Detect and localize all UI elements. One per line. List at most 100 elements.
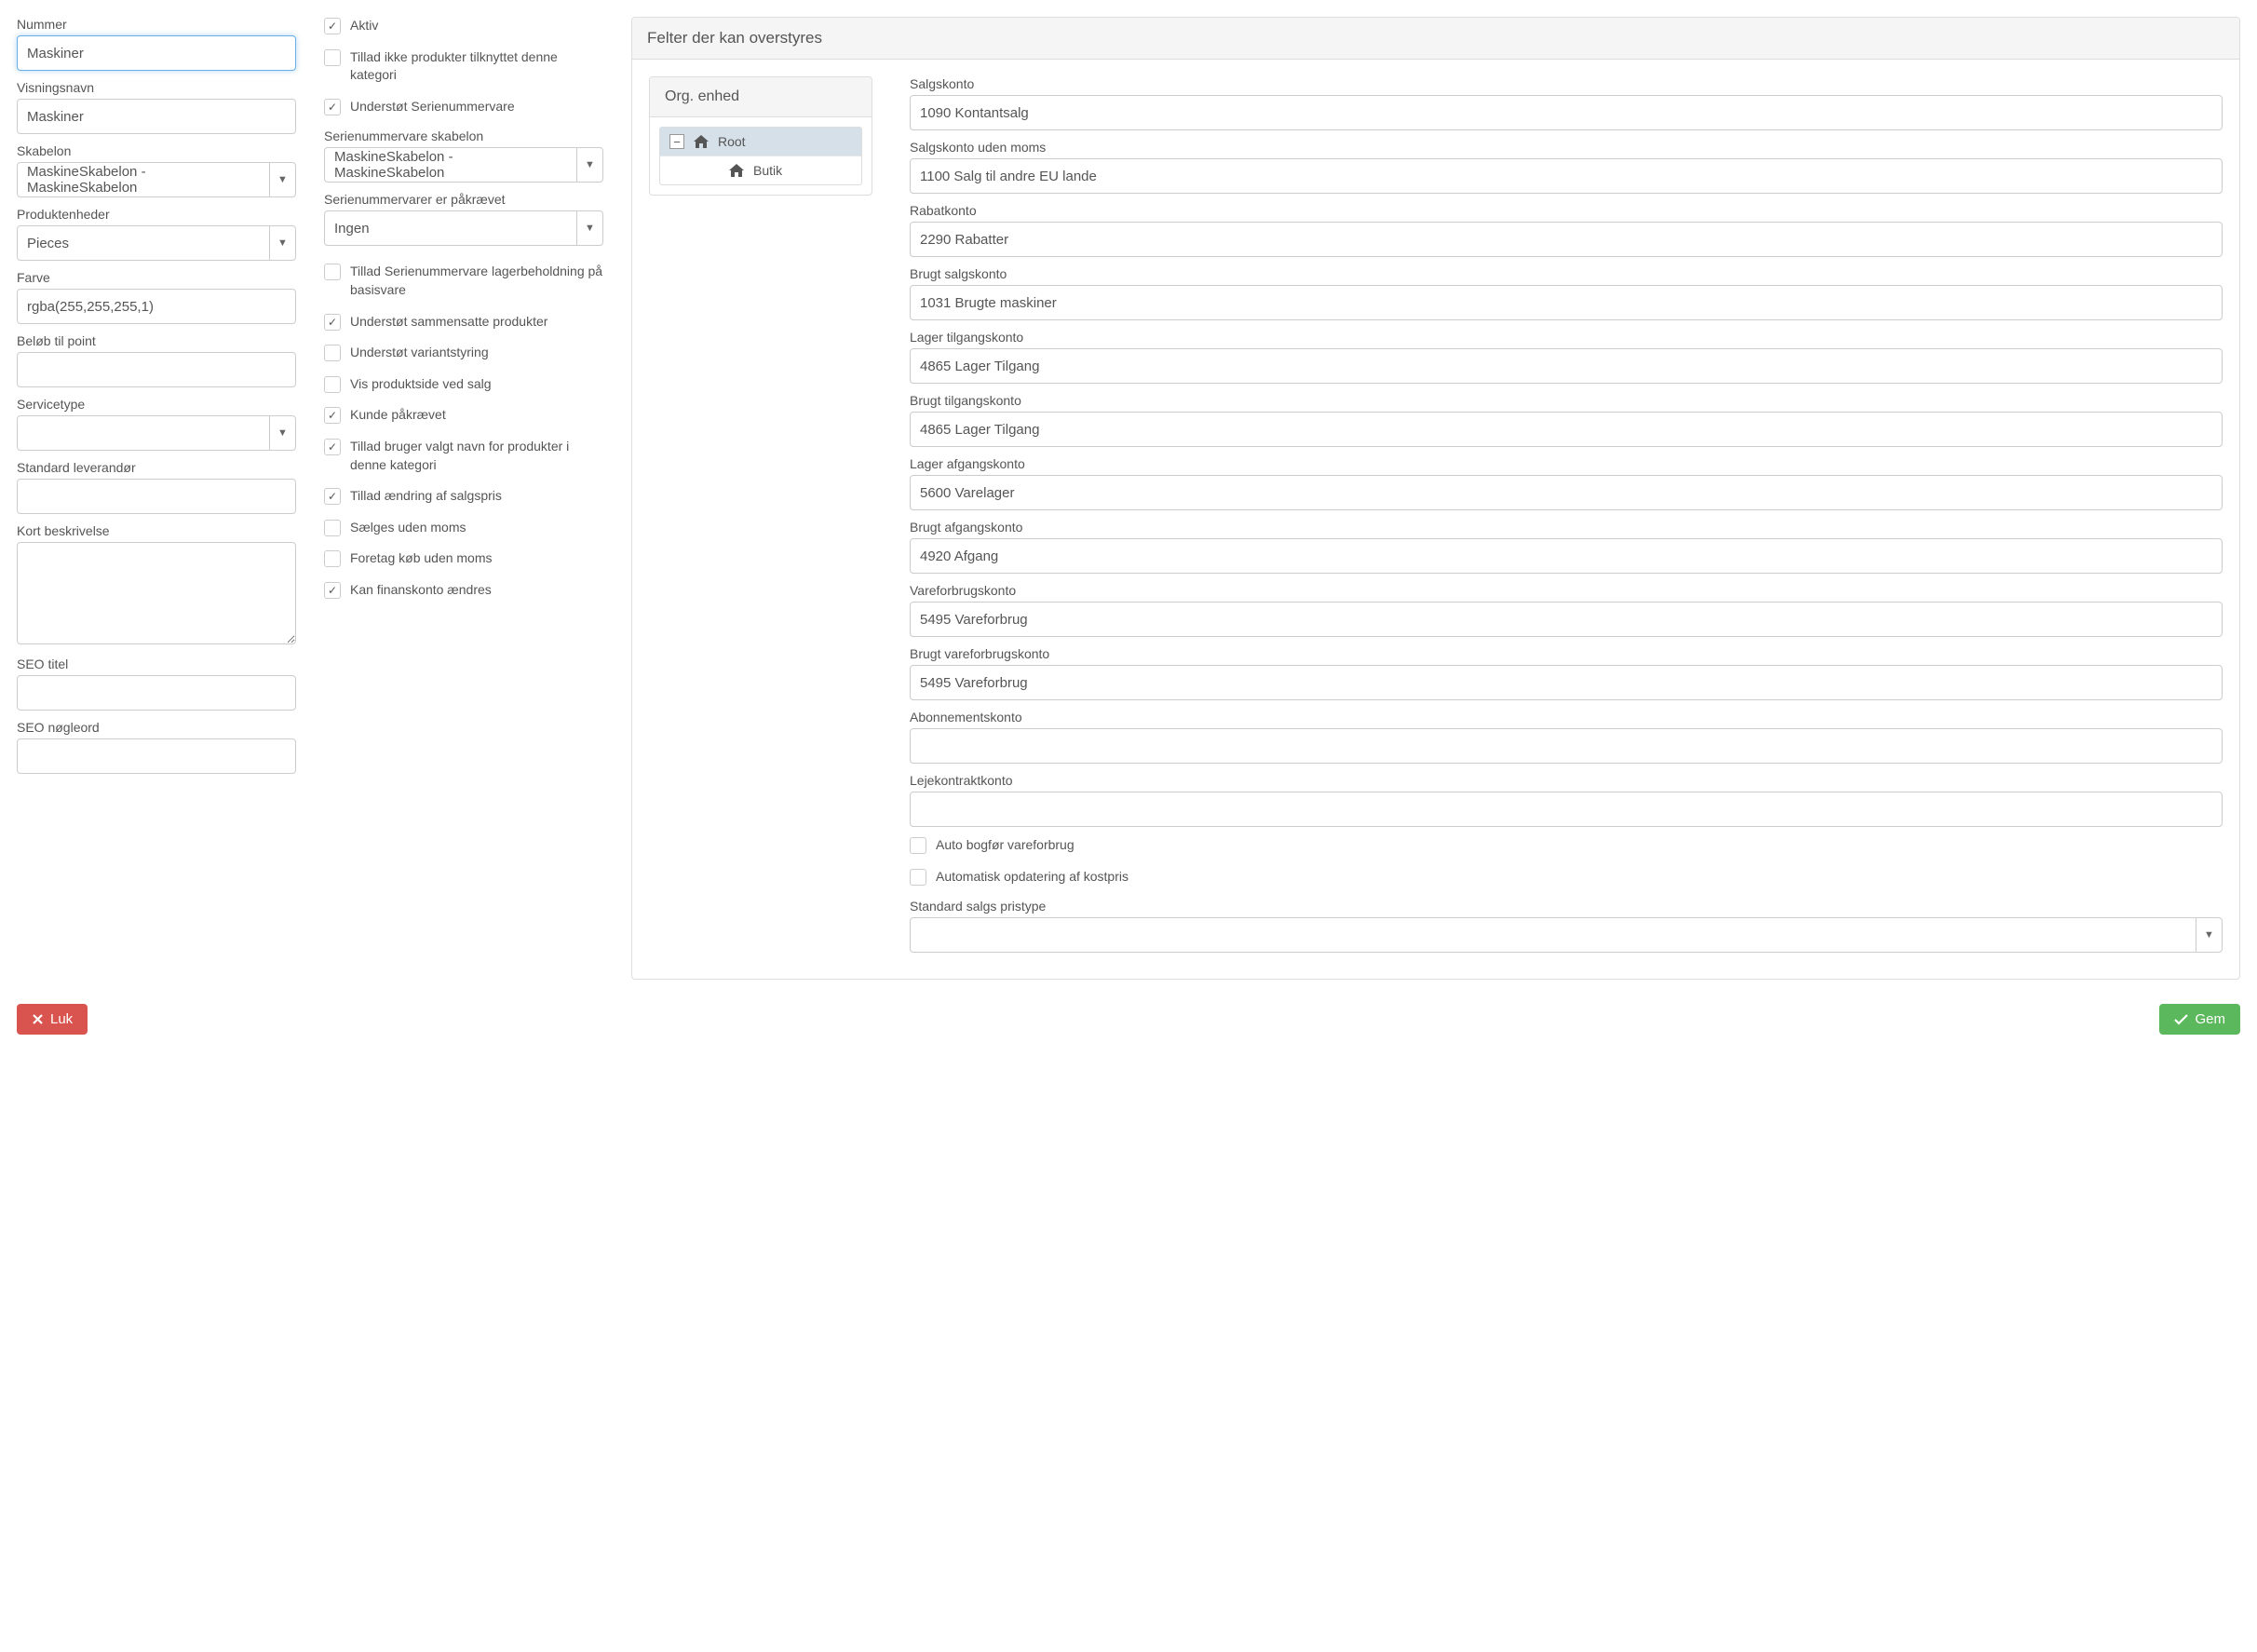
nummer-input[interactable] (17, 35, 296, 71)
servicetype-select[interactable]: ▼ (17, 415, 296, 451)
lager-afgang-label: Lager afgangskonto (910, 456, 2223, 471)
brugt-salg-input[interactable] (910, 285, 2223, 320)
serievare-skabelon-value: MaskineSkabelon - MaskineSkabelon (325, 148, 576, 182)
understot-variant-checkbox[interactable] (324, 345, 341, 361)
skabelon-select[interactable]: MaskineSkabelon - MaskineSkabelon ▼ (17, 162, 296, 197)
produktenheder-label: Produktenheder (17, 207, 296, 222)
auto-bogfor-label: Auto bogfør vareforbrug (936, 836, 1074, 855)
tillad-bruger-navn-label: Tillad bruger valgt navn for produkter i… (350, 438, 603, 474)
salgskonto-label: Salgskonto (910, 76, 2223, 91)
kunde-pakraevet-checkbox[interactable]: ✓ (324, 407, 341, 424)
kort-label: Kort beskrivelse (17, 523, 296, 538)
brugt-tilgang-label: Brugt tilgangskonto (910, 393, 2223, 408)
auto-bogfor-checkbox[interactable] (910, 837, 926, 854)
farve-input[interactable] (17, 289, 296, 324)
serievarer-pakraevet-value: Ingen (325, 211, 576, 245)
servicetype-label: Servicetype (17, 397, 296, 412)
chevron-down-icon[interactable]: ▼ (269, 163, 295, 196)
chevron-down-icon[interactable]: ▼ (269, 416, 295, 450)
salgskonto-input[interactable] (910, 95, 2223, 130)
chevron-down-icon[interactable]: ▼ (269, 226, 295, 260)
brugt-vareforbrug-input[interactable] (910, 665, 2223, 700)
home-icon (729, 164, 744, 177)
aktiv-checkbox[interactable]: ✓ (324, 18, 341, 34)
tillad-serie-lager-label: Tillad Serienummervare lagerbeholdning p… (350, 263, 603, 299)
chevron-down-icon[interactable]: ▼ (576, 148, 602, 182)
chevron-down-icon[interactable]: ▼ (2196, 918, 2222, 952)
close-icon (32, 1013, 44, 1025)
seotitel-input[interactable] (17, 675, 296, 711)
vis-produktside-checkbox[interactable] (324, 376, 341, 393)
produktenheder-select[interactable]: Pieces ▼ (17, 225, 296, 261)
saelges-uden-moms-checkbox[interactable] (324, 520, 341, 536)
foretag-kob-uden-moms-label: Foretag køb uden moms (350, 549, 493, 568)
tree-butik-label: Butik (753, 163, 782, 178)
gem-button[interactable]: Gem (2159, 1004, 2240, 1035)
serievare-skabelon-label: Serienummervare skabelon (324, 129, 603, 143)
seotitel-label: SEO titel (17, 657, 296, 671)
tree-root[interactable]: − Root (660, 128, 861, 156)
vareforbrug-input[interactable] (910, 602, 2223, 637)
lejekontrakt-label: Lejekontraktkonto (910, 773, 2223, 788)
vareforbrug-label: Vareforbrugskonto (910, 583, 2223, 598)
leverandor-input[interactable] (17, 479, 296, 514)
vis-produktside-label: Vis produktside ved salg (350, 375, 492, 394)
serievare-skabelon-select[interactable]: MaskineSkabelon - MaskineSkabelon ▼ (324, 147, 603, 183)
farve-label: Farve (17, 270, 296, 285)
foretag-kob-uden-moms-checkbox[interactable] (324, 550, 341, 567)
kan-finanskonto-checkbox[interactable]: ✓ (324, 582, 341, 599)
kan-finanskonto-label: Kan finanskonto ændres (350, 581, 492, 600)
tillad-bruger-navn-checkbox[interactable]: ✓ (324, 439, 341, 455)
home-icon (694, 135, 709, 148)
servicetype-value (18, 416, 269, 450)
tree-root-label: Root (718, 134, 746, 149)
brugt-tilgang-input[interactable] (910, 412, 2223, 447)
lejekontrakt-input[interactable] (910, 792, 2223, 827)
serievarer-pakraevet-select[interactable]: Ingen ▼ (324, 210, 603, 246)
org-tree: − Root (659, 127, 862, 185)
skabelon-value: MaskineSkabelon - MaskineSkabelon (18, 163, 269, 196)
tillad-aendring-pris-checkbox[interactable]: ✓ (324, 488, 341, 505)
std-salgspris-select[interactable]: ▼ (910, 917, 2223, 953)
brugt-afgang-input[interactable] (910, 538, 2223, 574)
tree-butik[interactable]: Butik (660, 156, 861, 184)
tillad-aendring-pris-label: Tillad ændring af salgspris (350, 487, 502, 506)
belob-input[interactable] (17, 352, 296, 387)
auto-kostpris-label: Automatisk opdatering af kostpris (936, 868, 1128, 887)
std-salgspris-value (911, 918, 2196, 952)
understot-sammensatte-checkbox[interactable]: ✓ (324, 314, 341, 331)
check-icon (2174, 1014, 2188, 1025)
collapse-icon[interactable]: − (669, 134, 684, 149)
seonogle-input[interactable] (17, 738, 296, 774)
salgskonto-uden-label: Salgskonto uden moms (910, 140, 2223, 155)
luk-button[interactable]: Luk (17, 1004, 88, 1035)
aktiv-label: Aktiv (350, 17, 378, 35)
salgskonto-uden-input[interactable] (910, 158, 2223, 194)
lager-tilgang-input[interactable] (910, 348, 2223, 384)
visningsnavn-input[interactable] (17, 99, 296, 134)
understot-sammensatte-label: Understøt sammensatte produkter (350, 313, 547, 332)
understot-serie-label: Understøt Serienummervare (350, 98, 515, 116)
kort-textarea[interactable] (17, 542, 296, 644)
overstyres-panel: Felter der kan overstyres Org. enhed − (631, 17, 2240, 980)
luk-label: Luk (50, 1011, 73, 1027)
auto-kostpris-checkbox[interactable] (910, 869, 926, 886)
tillad-ikke-checkbox[interactable] (324, 49, 341, 66)
understot-serie-checkbox[interactable]: ✓ (324, 99, 341, 115)
rabatkonto-input[interactable] (910, 222, 2223, 257)
abonnement-input[interactable] (910, 728, 2223, 764)
overstyres-title: Felter der kan overstyres (632, 18, 2239, 60)
tillad-serie-lager-checkbox[interactable] (324, 264, 341, 280)
brugt-vareforbrug-label: Brugt vareforbrugskonto (910, 646, 2223, 661)
produktenheder-value: Pieces (18, 226, 269, 260)
gem-label: Gem (2195, 1011, 2225, 1027)
brugt-salg-label: Brugt salgskonto (910, 266, 2223, 281)
saelges-uden-moms-label: Sælges uden moms (350, 519, 466, 537)
brugt-afgang-label: Brugt afgangskonto (910, 520, 2223, 535)
nummer-label: Nummer (17, 17, 296, 32)
kunde-pakraevet-label: Kunde påkrævet (350, 406, 446, 425)
visningsnavn-label: Visningsnavn (17, 80, 296, 95)
lager-afgang-input[interactable] (910, 475, 2223, 510)
leverandor-label: Standard leverandør (17, 460, 296, 475)
chevron-down-icon[interactable]: ▼ (576, 211, 602, 245)
